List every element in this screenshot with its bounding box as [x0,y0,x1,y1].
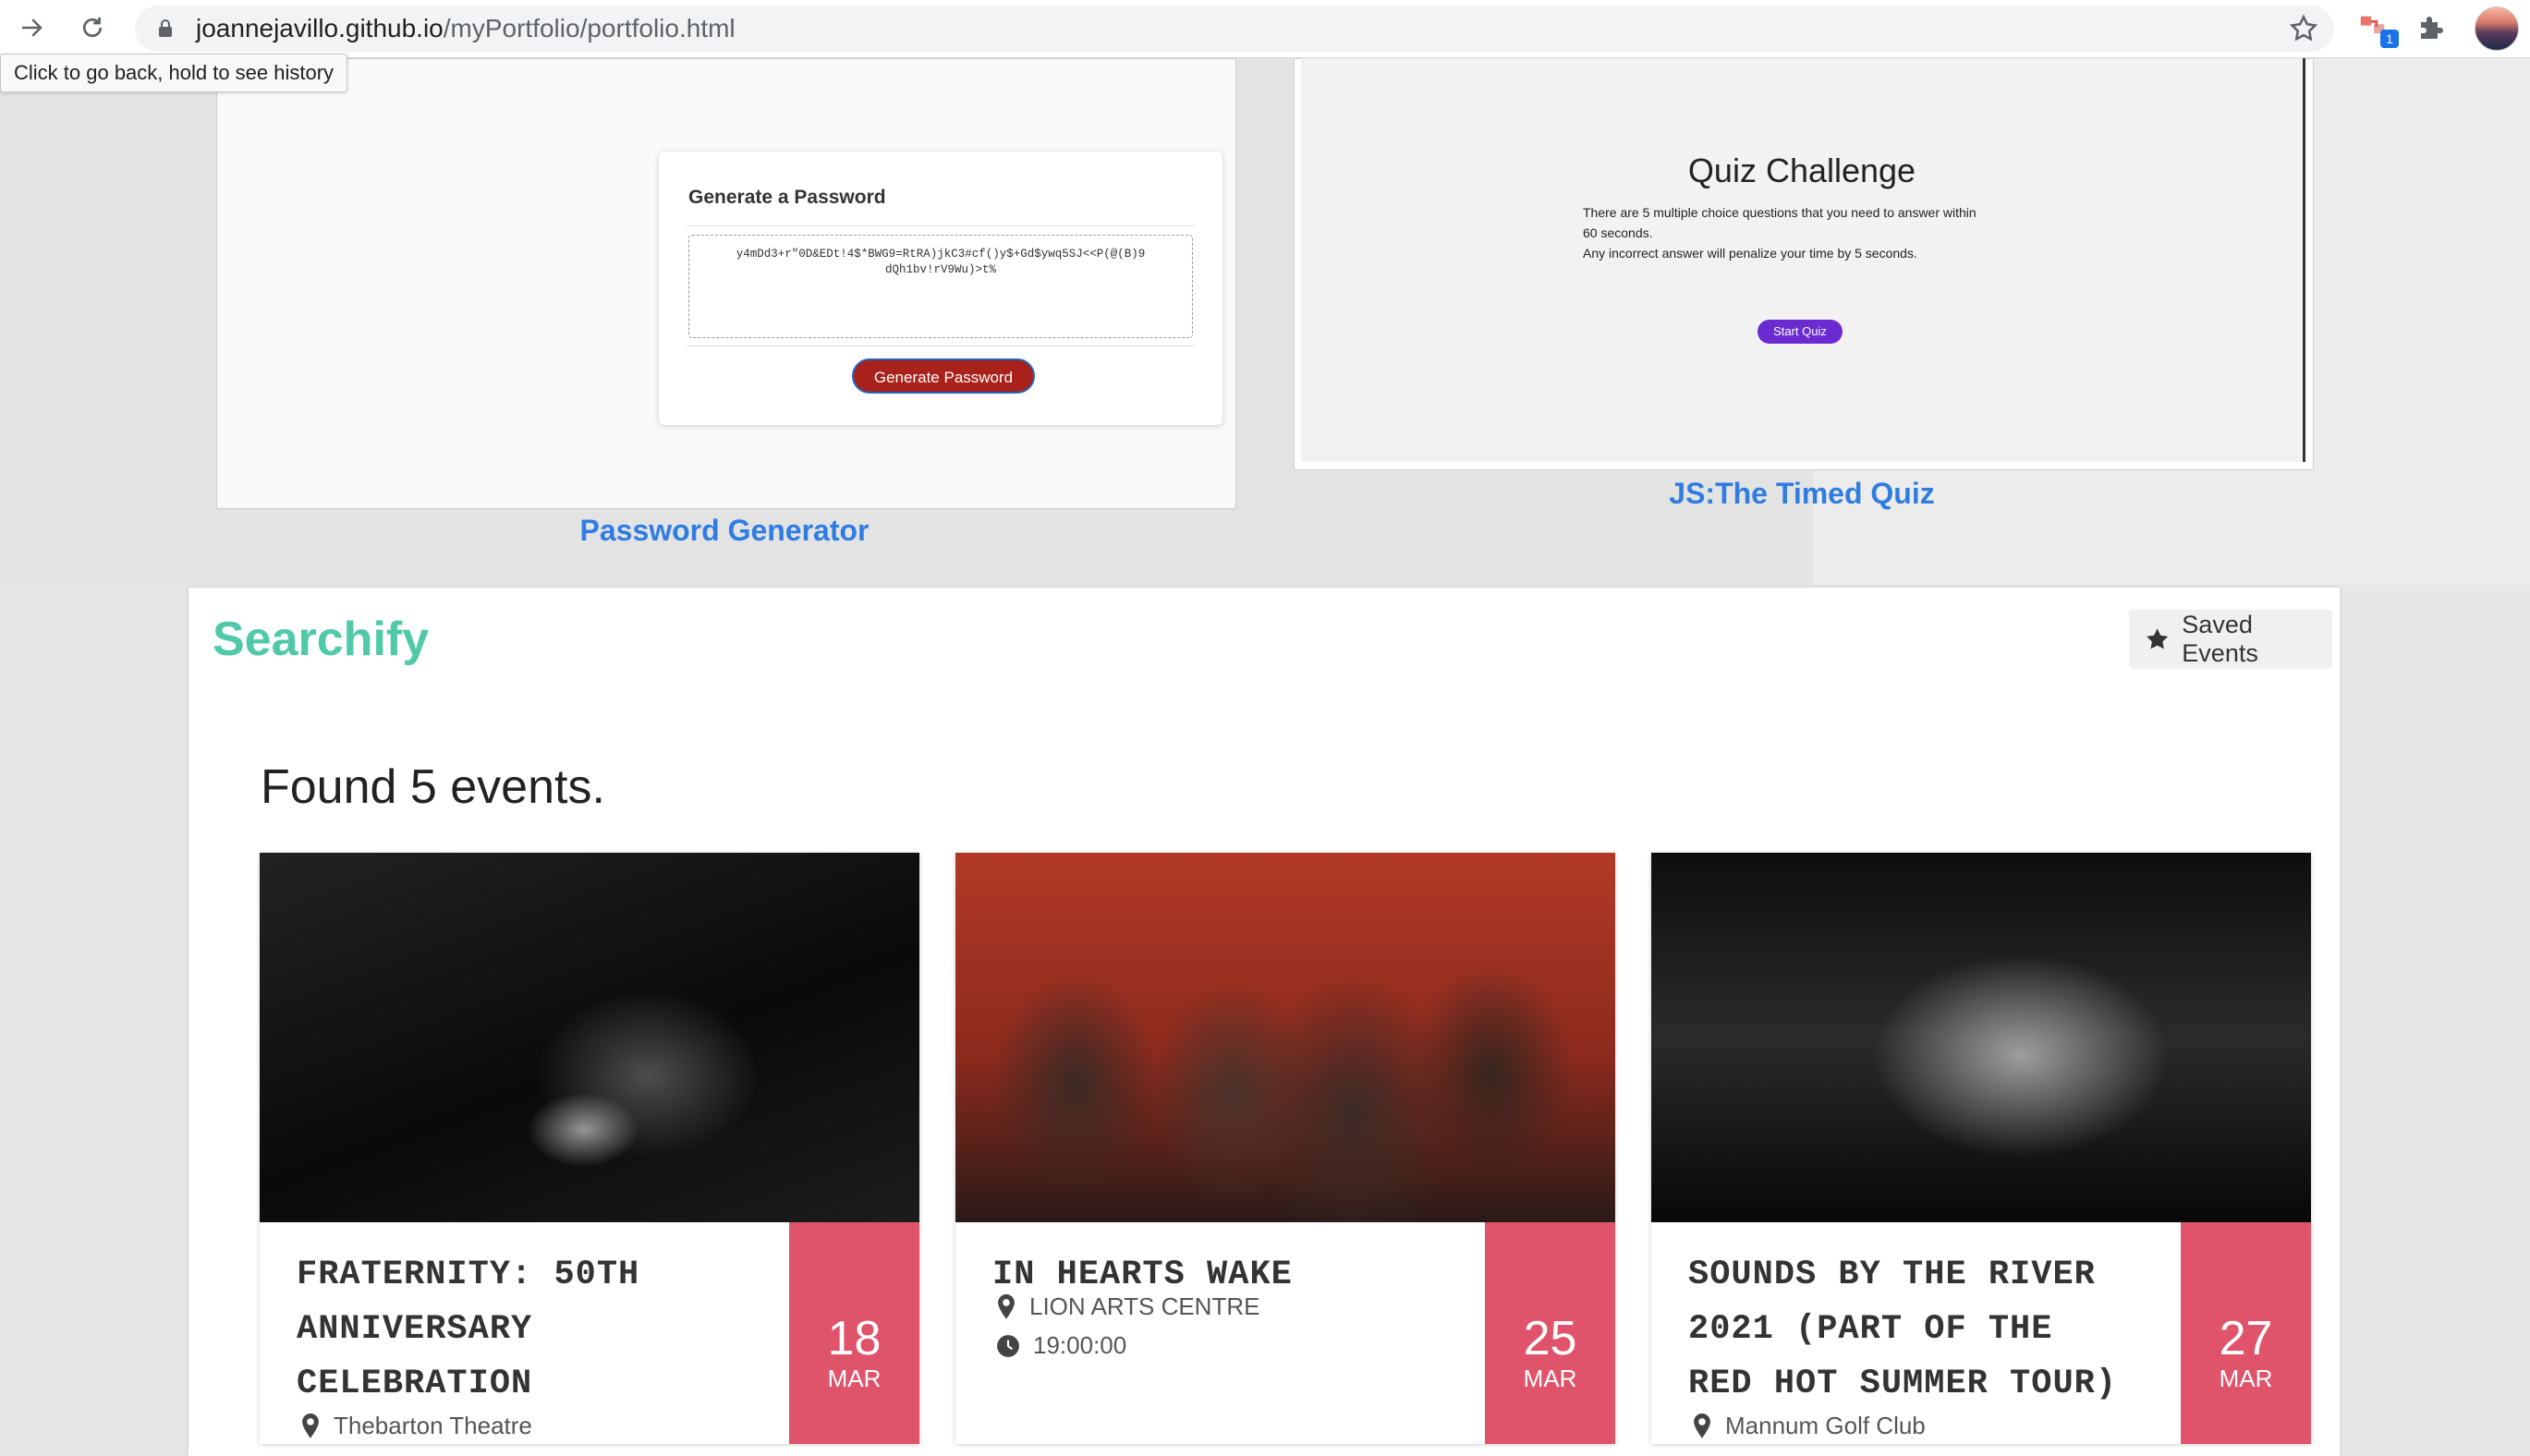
puzzle-icon[interactable] [2415,11,2449,44]
event-day: 18 [827,1312,882,1365]
event-venue-text: Mannum Golf Club [1725,1412,1926,1439]
quiz-description-line: Any incorrect answer will penalize your … [1583,246,1917,261]
results-count-heading: Found 5 events. [261,760,605,814]
password-generator-preview[interactable]: Generate a Password y4mDd3+r"0D&EDt!4$*B… [216,58,1236,509]
event-image [1651,853,2311,1222]
event-name: FRATERNITY: 50TH ANNIVERSARY CELEBRATION [297,1248,777,1412]
event-date-badge: 27 MAR [2181,1222,2311,1444]
map-pin-icon [998,1293,1015,1319]
event-name-line: FRATERNITY: 50TH [297,1256,640,1294]
back-button[interactable] [11,9,52,46]
generate-password-button[interactable]: Generate Password [852,358,1035,394]
password-generator-link[interactable]: Password Generator [493,514,955,548]
browser-toolbar: joannejavillo.github.io/myPortfolio/port… [0,0,2530,58]
quiz-description-line: There are 5 multiple choice questions th… [1583,205,1977,220]
event-venue-text: LION ARTS CENTRE [1029,1292,1260,1320]
event-day: 25 [1523,1312,1577,1365]
event-venue: Mannum Golf Club [1692,1412,1926,1440]
quiz-description-line: 60 seconds. [1583,225,1653,240]
event-date-badge: 25 MAR [1485,1222,1615,1444]
bookmark-star-icon[interactable] [2288,13,2319,44]
event-time-text: 19:00:00 [1033,1331,1127,1359]
clock-icon [997,1334,1019,1357]
back-tooltip: Click to go back, hold to see history [0,54,348,92]
event-card[interactable]: SOUNDS BY THE RIVER 2021 (PART OF THE RE… [1651,853,2311,1444]
password-card: Generate a Password y4mDd3+r"0D&EDt!4$*B… [659,152,1222,425]
map-pin-icon [302,1413,319,1438]
quiz-description: There are 5 multiple choice questions th… [1583,202,2026,263]
quiz-title: Quiz Challenge [1687,152,1916,189]
profile-avatar[interactable] [2475,6,2519,51]
event-card[interactable]: FRATERNITY: 50TH ANNIVERSARY CELEBRATION… [260,853,919,1444]
reload-icon [82,17,103,38]
star-icon [2147,628,2169,649]
event-image [260,853,919,1222]
url-host: joannejavillo.github.io [196,14,444,42]
password-card-title: Generate a Password [688,187,886,208]
extension-badge: 1 [2380,30,2399,48]
event-name-line: 2021 (PART OF THE [1688,1310,2053,1349]
event-month: MAR [1523,1365,1577,1392]
event-day: 27 [2219,1312,2273,1365]
event-time: 19:00:00 [996,1331,1126,1360]
address-bar[interactable]: joannejavillo.github.io/myPortfolio/port… [135,6,2334,52]
back-arrow-icon [22,18,43,37]
url-path: /myPortfolio/portfolio.html [443,14,736,42]
map-pin-icon [1694,1413,1710,1438]
event-card[interactable]: IN HEARTS WAKE LION ARTS CENTRE 19:00:00… [955,853,1615,1444]
start-quiz-button[interactable]: Start Quiz [1758,320,1843,344]
event-venue: LION ARTS CENTRE [996,1292,1259,1321]
event-month: MAR [2219,1365,2273,1392]
event-name-line: SOUNDS BY THE RIVER [1688,1256,2096,1294]
event-name-line: ANNIVERSARY [297,1310,533,1349]
event-month: MAR [827,1365,882,1392]
event-venue-text: Thebarton Theatre [334,1412,532,1439]
lock-icon[interactable] [157,18,174,39]
searchify-preview: Searchify Saved Events Found 5 events. F… [189,588,2340,1456]
url-text[interactable]: joannejavillo.github.io/myPortfolio/port… [196,6,736,52]
searchify-brand[interactable]: Searchify [213,612,429,667]
event-venue: Thebarton Theatre [300,1412,532,1440]
divider [687,225,1195,226]
event-name-line: CELEBRATION [297,1365,533,1403]
saved-events-button[interactable]: Saved Events [2129,610,2332,669]
event-name-line: RED HOT SUMMER TOUR) [1688,1365,2118,1403]
event-date-badge: 18 MAR [789,1222,919,1444]
event-name: SOUNDS BY THE RIVER 2021 (PART OF THE RE… [1688,1248,2169,1412]
password-output[interactable]: y4mDd3+r"0D&EDt!4$*BWG9=RtRA)jkC3#cf()y$… [688,235,1193,338]
saved-events-label: Saved Events [2182,611,2258,667]
event-image [955,853,1615,1222]
timed-quiz-link[interactable]: JS:The Timed Quiz [1571,477,2033,511]
reload-button[interactable] [72,9,113,46]
